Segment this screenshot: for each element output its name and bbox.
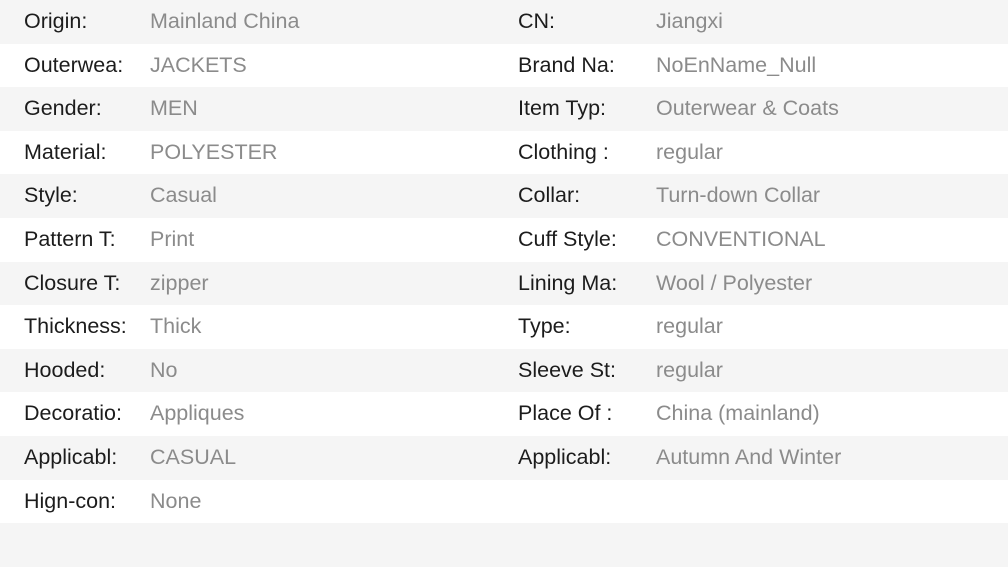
attribute-label: Applicabl: xyxy=(24,444,118,469)
table-row: Hign-con: None xyxy=(0,479,1008,524)
attribute-label: Origin: xyxy=(24,9,88,33)
table-row: Closure T: zipper Lining Ma: Wool / Polyest… xyxy=(0,261,1008,306)
table-row: Hooded: No Sleeve St: regular xyxy=(0,348,1008,393)
attribute-label: CN: xyxy=(518,9,556,33)
table-row: Outerwea: JACKETS Brand Na: NoEnName_Null xyxy=(0,43,1008,88)
attribute-label: Brand Na: xyxy=(518,52,615,77)
attribute-value: Appliques xyxy=(150,401,245,426)
attribute-value: Autumn And Winter xyxy=(656,444,842,469)
attribute-cell: Closure T: zipper xyxy=(0,262,504,306)
attribute-label: Lining Ma: xyxy=(518,270,618,295)
table-row xyxy=(0,523,1008,567)
attribute-cell: Applicabl: Autumn And Winter xyxy=(504,436,1008,480)
attribute-cell: Thickness: Thick xyxy=(0,305,504,349)
attribute-cell: Item Typ: Outerwear & Coats xyxy=(504,87,1008,131)
attribute-label: Applicabl: xyxy=(518,444,612,469)
attribute-cell: Decoratio: Appliques xyxy=(0,392,504,436)
attribute-cell-empty xyxy=(504,523,1008,567)
table-row: Style: Casual Collar: Turn-down Collar xyxy=(0,174,1008,218)
table-row: Decoratio: Appliques Place Of : China (main… xyxy=(0,392,1008,436)
product-attributes-table: Origin: Mainland China CN: Jiangxi Outerwea:… xyxy=(0,0,1008,567)
attribute-value: regular xyxy=(656,139,723,164)
attribute-value: regular xyxy=(656,357,723,382)
attribute-label: Collar: xyxy=(518,183,581,208)
attribute-cell: Hooded: No xyxy=(0,349,504,393)
attribute-cell: Origin: Mainland China xyxy=(0,0,504,44)
attribute-cell: Material: POLYESTER xyxy=(0,131,504,175)
table-row: Applicabl: CASUAL Applicabl: Autumn And Win… xyxy=(0,435,1008,480)
attribute-value: CONVENTIONAL xyxy=(656,226,826,251)
attribute-value: China (mainland) xyxy=(656,401,820,426)
attribute-value: Outerwear & Coats xyxy=(656,96,839,121)
attribute-value: regular xyxy=(656,314,723,339)
attribute-cell: Sleeve St: regular xyxy=(504,349,1008,393)
attribute-value: None xyxy=(150,488,202,513)
attribute-label: Type: xyxy=(518,314,571,339)
table-row: Material: POLYESTER Clothing : regular xyxy=(0,130,1008,175)
attribute-cell: Cuff Style: CONVENTIONAL xyxy=(504,218,1008,262)
attribute-cell: Pattern T: Print xyxy=(0,218,504,262)
table-row: Pattern T: Print Cuff Style: CONVENTIONAL xyxy=(0,217,1008,262)
attribute-cell: Hign-con: None xyxy=(0,480,504,524)
attribute-label: Clothing : xyxy=(518,139,609,164)
table-row: Thickness: Thick Type: regular xyxy=(0,305,1008,349)
attribute-label: Sleeve St: xyxy=(518,357,616,382)
attribute-cell: Brand Na: NoEnName_Null xyxy=(504,44,1008,88)
attribute-label: Thickness: xyxy=(24,314,127,339)
attribute-cell: Gender: MEN xyxy=(0,87,504,131)
attribute-label: Place Of : xyxy=(518,401,613,426)
attribute-label: Hooded: xyxy=(24,357,106,382)
attribute-value: Thick xyxy=(150,314,202,339)
attribute-value: Turn-down Collar xyxy=(656,183,821,208)
attribute-label: Style: xyxy=(24,183,78,208)
attribute-label: Item Typ: xyxy=(518,96,607,121)
attribute-cell-empty xyxy=(0,523,504,567)
attribute-label: Gender: xyxy=(24,96,102,121)
attribute-label: Material: xyxy=(24,139,107,164)
attribute-value: zipper xyxy=(150,270,209,295)
attribute-value: MEN xyxy=(150,96,198,121)
attribute-cell: Lining Ma: Wool / Polyester xyxy=(504,262,1008,306)
attribute-label: Outerwea: xyxy=(24,52,124,77)
attribute-value: Jiangxi xyxy=(656,9,723,33)
attribute-value: No xyxy=(150,357,178,382)
attribute-value: CASUAL xyxy=(150,444,237,469)
attribute-value: JACKETS xyxy=(150,52,247,77)
table-row: Origin: Mainland China CN: Jiangxi xyxy=(0,0,1008,44)
attribute-value: POLYESTER xyxy=(150,139,278,164)
attribute-value: Print xyxy=(150,226,195,251)
attribute-value: Casual xyxy=(150,183,217,208)
attribute-cell: Place Of : China (mainland) xyxy=(504,392,1008,436)
attribute-value: Mainland China xyxy=(150,9,300,33)
attribute-cell: Type: regular xyxy=(504,305,1008,349)
attribute-cell: Outerwea: JACKETS xyxy=(0,44,504,88)
attribute-cell: Collar: Turn-down Collar xyxy=(504,174,1008,218)
attribute-label: Cuff Style: xyxy=(518,226,617,251)
attribute-value: Wool / Polyester xyxy=(656,270,813,295)
attribute-cell: Clothing : regular xyxy=(504,131,1008,175)
attribute-label: Closure T: xyxy=(24,270,121,295)
attribute-label: Pattern T: xyxy=(24,226,116,251)
attribute-cell: CN: Jiangxi xyxy=(504,0,1008,44)
attribute-cell: Style: Casual xyxy=(0,174,504,218)
attribute-label: Decoratio: xyxy=(24,401,122,426)
attribute-value: NoEnName_Null xyxy=(656,52,817,77)
attribute-cell: Applicabl: CASUAL xyxy=(0,436,504,480)
attribute-cell-empty xyxy=(504,480,1008,524)
table-row: Gender: MEN Item Typ: Outerwear & Coats xyxy=(0,87,1008,131)
attribute-label: Hign-con: xyxy=(24,488,117,513)
